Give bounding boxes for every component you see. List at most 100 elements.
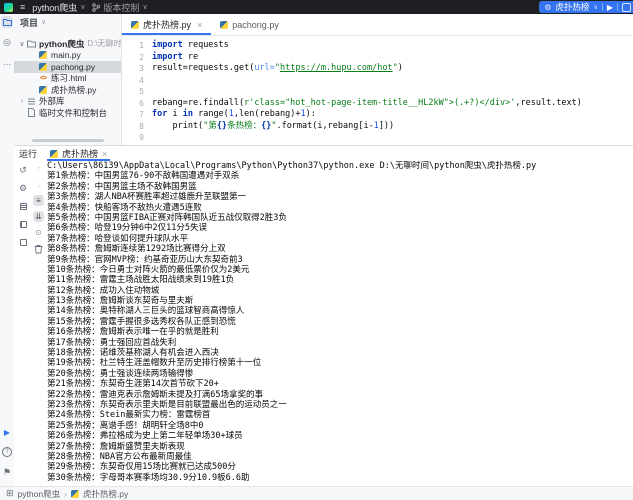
close-icon[interactable]: × — [197, 20, 202, 30]
dock-button[interactable] — [18, 237, 29, 248]
line-number: 6 — [122, 98, 152, 110]
pill-divider — [602, 3, 603, 11]
console-line: 第29条热榜：东契奇仅用15场比赛就已达成500分 — [47, 462, 631, 472]
project-widget[interactable]: python爬虫 ∨ — [32, 1, 85, 14]
console-line: 第22条热榜：雷迪克表示詹姆斯未提及打满65场拿奖的事 — [47, 390, 631, 400]
console-line: 第17条热榜：勇士强回应首战失利 — [47, 338, 631, 348]
line-number: 2 — [122, 52, 152, 64]
console-line: 第13条热榜：詹姆斯谈东契奇与里夫斯 — [47, 296, 631, 306]
code-line: 3result=requests.get(url="https://m.hupu… — [122, 63, 633, 75]
console-line: 第6条热榜：哈登19分钟6中2仅11分5失误 — [47, 223, 631, 233]
print-button[interactable]: ⊙ — [33, 227, 44, 238]
tree-item-label: 虎扑热榜.py — [51, 84, 96, 96]
run-tab[interactable]: 虎扑热榜 × — [47, 146, 110, 161]
python-file-icon — [50, 150, 58, 158]
breadcrumb-project[interactable]: python爬虫 — [18, 488, 61, 500]
tool-window-strip: ◎ … ▶ ? ⚑ — [0, 14, 14, 486]
project-scrollbar[interactable] — [32, 139, 104, 142]
layout-button[interactable] — [18, 201, 29, 212]
console-line: 第20条热榜：勇士强谈连续两场输得惨 — [47, 369, 631, 379]
folder-icon — [3, 18, 12, 26]
console-line: 第21条热榜：东契奇生涯第14次首节砍下20+ — [47, 379, 631, 389]
line-number: 4 — [122, 75, 152, 87]
tree-item-label: 练习.html — [51, 72, 86, 84]
settings-button[interactable]: ⚙ — [18, 183, 29, 194]
run-config-name[interactable]: 虎扑热榜 — [555, 1, 589, 13]
bookmarks-toolwindow-button[interactable]: ⚑ — [1, 466, 13, 478]
console-line: 第16条热榜：詹姆斯表示唯一在乎的就是胜利 — [47, 327, 631, 337]
commit-toolwindow-button[interactable]: ◎ — [1, 36, 13, 48]
tree-item-main.py[interactable]: main.py — [14, 50, 121, 62]
chevron-right-icon[interactable]: › — [18, 98, 26, 105]
console-line: 第30条热榜：字母哥本赛季场均30.9分10.9板6.6助 — [47, 473, 631, 483]
soft-wrap-button[interactable]: ≡ — [33, 195, 44, 206]
line-number: 3 — [122, 63, 152, 75]
code-line: 1import requests — [122, 40, 633, 52]
play-icon: ▶ — [4, 428, 10, 437]
run-widget[interactable]: ⚙ 虎扑热榜 ∨ ▶ — [539, 1, 633, 13]
editor-tab-pachong.py[interactable]: pachong.py — [211, 14, 288, 35]
debug-button[interactable] — [622, 3, 631, 12]
console-line: 第8条热榜：詹姆斯连续第1292场比赛得分上双 — [47, 244, 631, 254]
scratch-file-icon — [27, 108, 36, 117]
rerun-icon: ↺ — [19, 165, 27, 176]
prev-occurrence-button[interactable]: ↑ — [33, 163, 44, 174]
chevron-down-icon: ∨ — [80, 3, 85, 11]
next-occurrence-button[interactable]: ↓ — [33, 179, 44, 190]
close-icon[interactable]: × — [102, 149, 107, 159]
folder-icon — [27, 39, 36, 48]
gear-icon: ⚙ — [19, 183, 27, 194]
python-file-icon — [220, 21, 228, 29]
tree-item-python爬虫[interactable]: ∨python爬虫D:\无聊时间\p — [14, 38, 121, 50]
window-grid-icon[interactable]: ⊞ — [6, 488, 14, 499]
pin-button[interactable] — [18, 219, 29, 230]
print-icon: ⊙ — [35, 228, 42, 237]
more-toolwindows-button[interactable]: … — [1, 56, 13, 68]
run-button[interactable]: ▶ — [607, 3, 613, 12]
up-arrow-icon: ↑ — [37, 164, 41, 173]
code-text: result=requests.get(url="https://m.hupu.… — [152, 63, 403, 75]
scroll-to-end-button[interactable]: ⇊ — [33, 211, 44, 222]
code-line: 4 — [122, 75, 633, 87]
clear-button[interactable] — [33, 243, 44, 254]
line-number: 5 — [122, 86, 152, 98]
console-output[interactable]: C:\Users\86139\AppData\Local\Programs\Py… — [47, 161, 631, 486]
code-text: for i in range(1,len(rebang)+1): — [152, 109, 316, 121]
problems-toolwindow-button[interactable]: ? — [1, 446, 13, 458]
tree-item-外部库[interactable]: › 外部库 — [14, 96, 121, 108]
breadcrumb-file[interactable]: 虎扑热榜.py — [83, 488, 128, 500]
trash-icon — [34, 244, 43, 254]
main-menu-icon[interactable]: ≡ — [20, 3, 25, 12]
tree-item-label: python爬虫 — [39, 38, 84, 50]
bookmark-icon: ⚑ — [3, 467, 11, 478]
python-file-icon — [39, 63, 47, 71]
vcs-widget[interactable]: 版本控制 ∨ — [92, 1, 147, 14]
console-line: 第28条热榜：NBA官方公布最新周最佳 — [47, 452, 631, 462]
run-console-panel: 运行 虎扑热榜 × ↺ ⚙ ↑ ↓ ≡ ⇊ ⊙ C: — [14, 145, 633, 486]
pill-divider — [617, 3, 618, 11]
run-toolwindow-button[interactable]: ▶ — [1, 426, 13, 438]
tree-item-练习.html[interactable]: <>练习.html — [14, 73, 121, 85]
run-panel-title[interactable]: 运行 — [19, 147, 37, 160]
code-line: 2import re — [122, 52, 633, 64]
project-panel-header[interactable]: 项目 ∨ — [14, 14, 121, 30]
chevron-down-icon[interactable]: ∨ — [18, 40, 26, 48]
console-line: 第9条热榜：官网MVP榜：约基奇亚历山大东契奇前3 — [47, 255, 631, 265]
editor-tab-虎扑热榜.py[interactable]: 虎扑热榜.py× — [122, 14, 211, 35]
tree-item-虎扑热榜.py[interactable]: 虎扑热榜.py — [14, 84, 121, 96]
line-number: 9 — [122, 132, 152, 144]
code-text: print("第{}条热榜：{}".format(i,rebang[i-1])) — [152, 121, 394, 133]
project-toolwindow-button[interactable] — [1, 16, 13, 28]
run-console-header: 运行 虎扑热榜 × — [14, 146, 633, 161]
down-arrow-icon: ↓ — [37, 180, 41, 189]
code-line: 8 print("第{}条热榜：{}".format(i,rebang[i-1]… — [122, 121, 633, 133]
chevron-down-icon: ∨ — [142, 3, 147, 11]
tree-item-临时文件和控制台[interactable]: 临时文件和控制台 — [14, 107, 121, 119]
console-line: 第3条热榜：湖人NBA杯赛胜率超过雄鹿升至联盟第一 — [47, 192, 631, 202]
console-path-line: C:\Users\86139\AppData\Local\Programs\Py… — [47, 161, 631, 171]
console-line: 第2条热榜：中国男篮主场不敌韩国男篮 — [47, 182, 631, 192]
tree-item-pachong.py[interactable]: pachong.py — [14, 61, 121, 73]
code-viewport[interactable]: 1import requests2import re3result=reques… — [122, 36, 633, 144]
rerun-button[interactable]: ↺ — [18, 165, 29, 176]
tree-item-label: 外部库 — [39, 95, 65, 107]
